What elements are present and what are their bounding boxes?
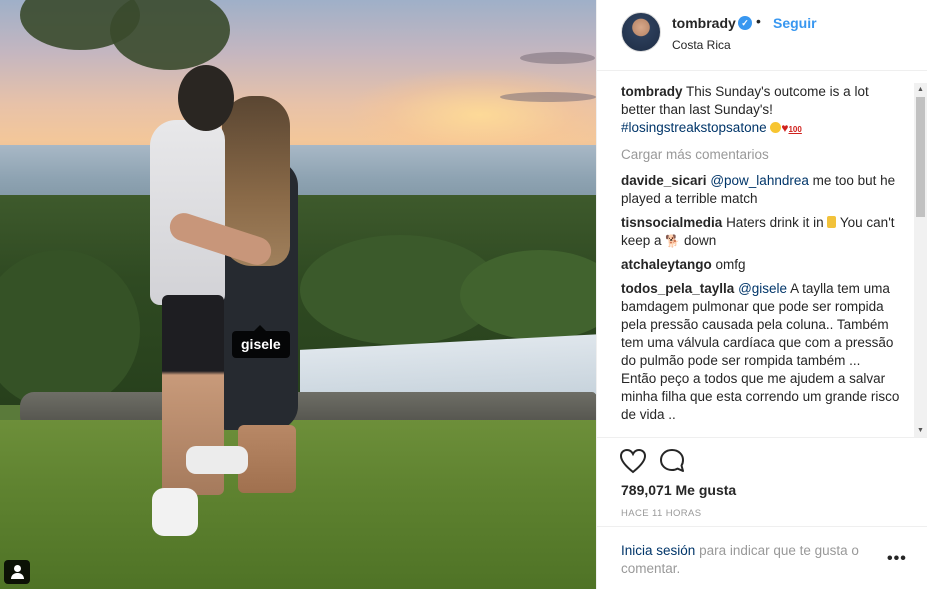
comment-text: omfg: [715, 257, 746, 272]
hashtag-link[interactable]: #losingstreakstopsatone: [621, 120, 767, 135]
user-tag-icon-body: [11, 573, 24, 579]
verified-badge-icon: ✓: [738, 16, 752, 30]
login-link[interactable]: Inicia sesión: [621, 543, 695, 558]
login-prompt: Inicia sesión para indicar que te gusta …: [597, 526, 927, 589]
post-header: tombrady ✓ • Seguir Costa Rica: [597, 0, 927, 71]
laughing-face-emoji: [770, 122, 782, 133]
scrollbar-thumb[interactable]: [916, 97, 925, 217]
user-tag-icon-head: [14, 565, 21, 572]
comment: todos_pela_taylla @gisele A taylla tem u…: [621, 280, 901, 424]
comment: tisnsocialmedia Haters drink it in You c…: [621, 214, 901, 250]
instagram-post: gisele tombrady ✓ • Seguir Costa Rica to…: [0, 0, 927, 589]
comment-text: Então peço a todos que me ajudem a salva…: [621, 371, 900, 422]
scroll-up-arrow-icon[interactable]: ▲: [917, 86, 924, 93]
heart-icon[interactable]: [619, 448, 647, 474]
comment: davide_sicari @pow_lahndrea me too but h…: [621, 172, 901, 208]
lawn: [0, 420, 596, 589]
header-username[interactable]: tombrady: [672, 15, 736, 31]
dog-emoji: 🐕: [665, 234, 681, 248]
cloud: [500, 92, 596, 102]
man-silhouette: [150, 120, 225, 305]
comment-text: Haters drink it in: [726, 215, 824, 230]
cloud: [520, 52, 595, 64]
comment-bubble-icon[interactable]: [659, 448, 687, 474]
comment-username[interactable]: todos_pela_taylla: [621, 281, 734, 296]
man-head: [178, 65, 234, 131]
post-photo[interactable]: gisele: [0, 0, 596, 589]
comment-text: down: [684, 233, 717, 248]
comments-list[interactable]: tombrady This Sunday's outcome is a lot …: [621, 83, 901, 437]
photo-user-tag[interactable]: gisele: [232, 325, 290, 358]
caption: tombrady This Sunday's outcome is a lot …: [621, 83, 901, 139]
login-prompt-text: Inicia sesión para indicar que te gusta …: [621, 542, 881, 578]
likes-count[interactable]: 789,071 Me gusta: [621, 482, 736, 498]
scroll-down-arrow-icon[interactable]: ▼: [917, 427, 924, 434]
follow-button[interactable]: Seguir: [773, 15, 817, 31]
comment-mention[interactable]: @gisele: [738, 281, 787, 296]
comment-username[interactable]: davide_sicari: [621, 173, 707, 188]
user-tag-icon[interactable]: [4, 560, 30, 584]
shoe: [152, 488, 198, 536]
timestamp: HACE 11 HORAS: [621, 508, 702, 519]
more-options-icon[interactable]: •••: [887, 550, 907, 568]
location-link[interactable]: Costa Rica: [672, 38, 731, 52]
separator-dot: •: [756, 13, 761, 29]
avatar[interactable]: [621, 12, 661, 52]
load-more-comments-button[interactable]: Cargar más comentarios: [621, 146, 901, 164]
beer-emoji: [827, 216, 837, 228]
comment-username[interactable]: tisnsocialmedia: [621, 215, 722, 230]
caption-username[interactable]: tombrady: [621, 84, 683, 99]
comment-username[interactable]: atchaleytango: [621, 257, 712, 272]
hundred-points-emoji: 100: [788, 125, 802, 134]
comments-scrollbar[interactable]: ▲ ▼: [914, 83, 927, 437]
comment: atchaleytango omfg: [621, 256, 901, 274]
comment-mention[interactable]: @pow_lahndrea: [710, 173, 809, 188]
post-actions: 789,071 Me gusta HACE 11 HORAS Inicia se…: [597, 437, 927, 589]
side-panel: tombrady ✓ • Seguir Costa Rica tombrady …: [596, 0, 927, 589]
shoe: [186, 446, 248, 474]
